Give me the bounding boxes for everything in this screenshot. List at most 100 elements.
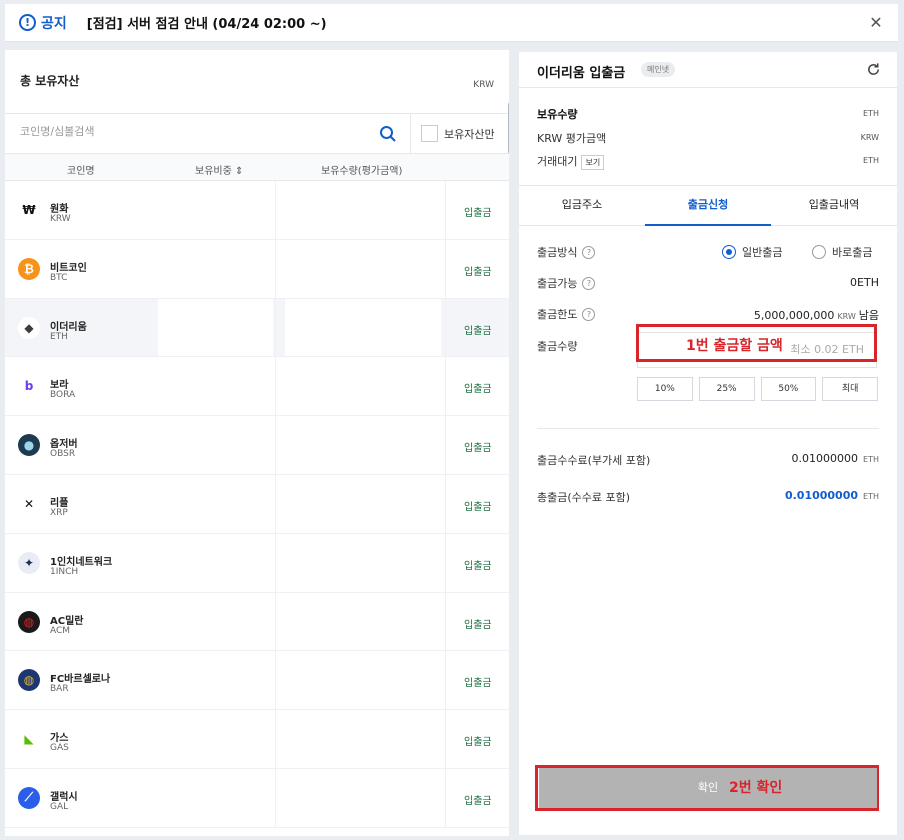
divider <box>445 474 446 533</box>
krw-value-label: KRW 평가금액 <box>537 132 607 145</box>
confirm-button[interactable]: 확인 <box>539 768 877 808</box>
method-label-wrap: 출금방식 ? <box>537 244 596 260</box>
masked-amount-cell <box>285 651 441 710</box>
deposit-withdraw-link[interactable]: 입출금 <box>464 204 492 219</box>
coin-row[interactable]: ₩ 원화 KRW 입출금 <box>5 181 509 240</box>
refresh-icon[interactable] <box>866 62 881 77</box>
confirm-label: 확인 <box>697 781 719 794</box>
pending-row: 거래대기 보기 ETH <box>537 153 879 173</box>
coin-name: 가스 <box>50 733 69 745</box>
total-assets-title: 총 보유자산 <box>20 74 80 88</box>
holding-only-checkbox[interactable] <box>421 125 438 142</box>
annotation-confirm-note: 2번 확인 <box>729 780 783 796</box>
masked-amount-cell <box>285 181 441 239</box>
deposit-withdraw-link[interactable]: 입출금 <box>464 616 492 631</box>
deposit-withdraw-link[interactable]: 입출금 <box>464 439 492 454</box>
tab-history[interactable]: 입출금내역 <box>771 186 897 225</box>
fcbarcelona-icon: ◍ <box>18 669 40 692</box>
radio-instant-withdraw[interactable]: 바로출금 <box>812 244 872 260</box>
percent-50-button[interactable]: 50% <box>760 377 817 401</box>
holding-label: 보유수량 <box>537 108 578 121</box>
fee-unit: ETH <box>863 455 879 464</box>
percent-max-button[interactable]: 최대 <box>822 377 878 401</box>
view-button[interactable]: 보기 <box>581 154 605 170</box>
holding-only-toggle[interactable]: 보유자산만 <box>421 125 495 142</box>
holding-summary: 보유수량 ETH KRW 평가금액 KRW 거래대기 보기 ETH <box>519 88 897 186</box>
coin-name: 1인치네트워크 <box>50 556 113 568</box>
coin-row[interactable]: ◍ FC바르셀로나 BAR 입출금 <box>5 651 509 711</box>
tab-withdraw-request[interactable]: 출금신청 <box>645 186 771 226</box>
coin-row[interactable]: ● 옵저버 OBSR 입출금 <box>5 416 509 475</box>
coin-row[interactable]: b 보라 BORA 입출금 <box>5 357 509 417</box>
divider <box>445 181 446 239</box>
fee-value: 0.01000000 <box>791 452 859 465</box>
deposit-withdraw-panel: 이더리움 입출금 메인넷 보유수량 ETH KRW 평가금액 KRW 거래대기 보… <box>519 52 897 835</box>
coin-row[interactable]: ◣ 가스 GAS 입출금 <box>5 710 509 769</box>
notice-bar: ! 공지 [점검] 서버 점검 안내 (04/24 02:00 ~) ✕ <box>5 4 898 42</box>
masked-ratio-cell <box>158 768 273 827</box>
deposit-withdraw-link[interactable]: 입출금 <box>464 792 492 807</box>
masked-ratio-cell <box>158 533 273 592</box>
holding-row: 보유수량 ETH <box>537 106 879 126</box>
panel-title: 이더리움 입출금 <box>537 66 626 81</box>
1inch-icon: ✦ <box>18 551 40 574</box>
alert-icon: ! <box>19 14 36 31</box>
percent-25-button[interactable]: 25% <box>698 377 755 401</box>
pending-unit: ETH <box>863 156 879 165</box>
coin-row[interactable]: ✦ 1인치네트워크 1INCH 입출금 <box>5 533 509 593</box>
radio-label: 바로출금 <box>832 246 873 259</box>
divider <box>275 416 276 474</box>
deposit-withdraw-link[interactable]: 입출금 <box>464 263 492 278</box>
coin-name: 옵저버 <box>50 439 78 451</box>
radio-button[interactable] <box>812 245 826 259</box>
notice-link[interactable]: [점검] 서버 점검 안내 (04/24 02:00 ~) <box>87 13 327 32</box>
total-value: 0.01000000 <box>784 489 859 502</box>
divider <box>275 768 276 827</box>
limit-label-wrap: 출금한도 ? <box>537 306 596 322</box>
col-amount[interactable]: 보유수량(평가금액) <box>321 162 402 177</box>
deposit-withdraw-link[interactable]: 입출금 <box>464 380 492 395</box>
galxe-icon: ⟋ <box>18 786 40 809</box>
coin-symbol: KRW <box>50 214 71 224</box>
coin-row[interactable]: ✕ 리플 XRP 입출금 <box>5 474 509 534</box>
percent-10-button[interactable]: 10% <box>637 377 693 401</box>
coin-row[interactable]: ◆ 이더리움 ETH 입출금 <box>5 298 509 358</box>
acmilan-icon: ◍ <box>18 610 40 633</box>
search-input[interactable] <box>20 125 360 138</box>
divider <box>275 592 276 651</box>
deposit-withdraw-link[interactable]: 입출금 <box>464 674 492 689</box>
divider <box>445 298 446 357</box>
masked-amount-cell <box>285 357 441 416</box>
divider <box>275 474 276 533</box>
divider <box>445 710 446 768</box>
pending-label-wrap: 거래대기 보기 <box>537 153 605 170</box>
scrollbar[interactable] <box>508 102 509 154</box>
coin-row[interactable]: ◍ AC밀란 ACM 입출금 <box>5 592 509 652</box>
search-row: 보유자산만 <box>5 114 509 154</box>
close-icon[interactable]: ✕ <box>866 13 886 33</box>
col-ratio[interactable]: 보유비중 ⇕ <box>195 162 243 177</box>
total-unit: ETH <box>863 492 879 501</box>
krw-value-row: KRW 평가금액 KRW <box>537 130 879 150</box>
total-value-wrap: 0.01000000 ETH <box>785 489 879 502</box>
deposit-withdraw-link[interactable]: 입출금 <box>464 498 492 513</box>
divider <box>275 239 276 298</box>
tab-deposit-address[interactable]: 입금주소 <box>519 186 645 225</box>
deposit-withdraw-link[interactable]: 입출금 <box>464 557 492 572</box>
radio-normal-withdraw[interactable]: 일반출금 <box>722 244 782 260</box>
help-icon[interactable]: ? <box>582 245 596 259</box>
help-icon[interactable]: ? <box>582 276 596 290</box>
help-icon[interactable]: ? <box>582 307 596 321</box>
radio-button[interactable] <box>722 245 736 259</box>
coin-name: 비트코인 <box>50 262 87 274</box>
divider <box>275 181 276 239</box>
coin-row[interactable]: ⟋ 갤럭시 GAL 입출금 <box>5 768 509 828</box>
coin-row[interactable]: ₿ 비트코인 BTC 입출금 <box>5 239 509 299</box>
deposit-withdraw-link[interactable]: 입출금 <box>464 733 492 748</box>
available-label-wrap: 출금가능 ? <box>537 275 596 291</box>
divider <box>445 357 446 416</box>
col-coin-name[interactable]: 코인명 <box>67 162 95 177</box>
masked-amount-cell <box>285 239 441 298</box>
deposit-withdraw-link[interactable]: 입출금 <box>464 322 492 337</box>
search-icon[interactable] <box>379 125 397 143</box>
